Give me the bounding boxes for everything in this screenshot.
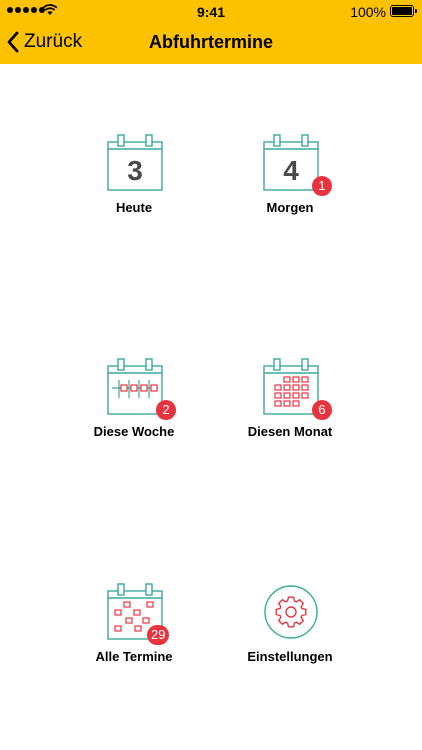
tile-label: Morgen <box>266 200 314 215</box>
badge-count: 1 <box>312 176 332 196</box>
badge-count: 2 <box>156 400 176 420</box>
calendar-day-number: 4 <box>283 155 299 186</box>
battery-percent: 100% <box>350 4 386 20</box>
tile-label: Alle Termine <box>95 649 173 664</box>
badge-count: 6 <box>312 400 332 420</box>
nav-bar: 9:41 100% Zurück Abfuhrtermine <box>0 0 422 64</box>
calendar-day-number: 3 <box>127 155 143 186</box>
tile-heute[interactable]: 3 Heute <box>54 134 214 244</box>
page-title: Abfuhrtermine <box>148 32 273 52</box>
calendar-day-icon: 4 <box>263 134 319 191</box>
calendar-day-icon: 3 <box>107 134 163 191</box>
tile-label: Diesen Monat <box>247 424 333 439</box>
badge-count: 29 <box>147 625 170 645</box>
tile-label: Einstellungen <box>247 649 333 664</box>
tile-einstellungen[interactable]: Einstellungen <box>210 583 370 693</box>
tile-diesen-monat[interactable]: 6 Diesen Monat <box>210 358 370 468</box>
calendar-month-icon <box>263 358 319 415</box>
status-bar: 9:41 100% <box>0 0 422 22</box>
tile-morgen[interactable]: 4 1 Morgen <box>210 134 370 244</box>
tile-label: Heute <box>115 200 153 215</box>
tile-diese-woche[interactable]: 2 Diese Woche <box>54 358 214 468</box>
tile-alle-termine[interactable]: 29 Alle Termine <box>54 583 214 693</box>
battery-icon <box>390 5 417 17</box>
gear-icon <box>264 585 318 639</box>
calendar-week-icon <box>107 358 163 415</box>
tile-label: Diese Woche <box>93 424 175 439</box>
